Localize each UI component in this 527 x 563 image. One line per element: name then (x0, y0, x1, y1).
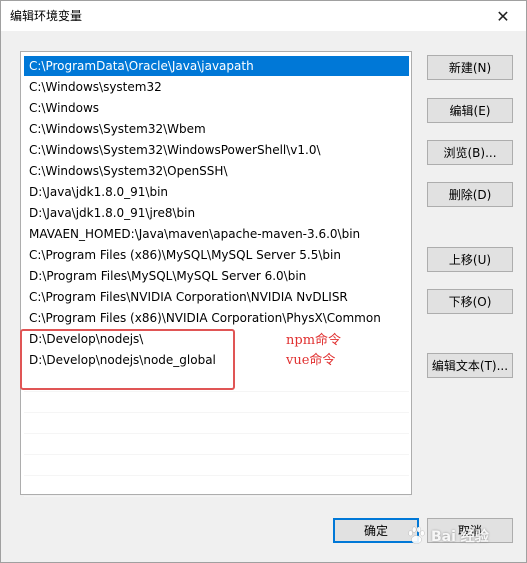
empty-list-row[interactable] (24, 434, 409, 455)
watermark: Bai 经验 (405, 518, 520, 554)
edit-button[interactable]: 编辑(E) (427, 98, 513, 123)
browse-button[interactable]: 浏览(B)... (427, 140, 513, 165)
close-icon: ✕ (496, 6, 510, 26)
annotation-highlight-box (20, 329, 235, 390)
delete-button[interactable]: 删除(D) (427, 182, 513, 207)
list-item[interactable]: C:\Windows\System32\OpenSSH\ (24, 161, 409, 181)
list-item[interactable]: MAVAEN_HOMED:\Java\maven\apache-maven-3.… (24, 224, 409, 244)
list-item[interactable]: C:\ProgramData\Oracle\Java\javapath (24, 56, 409, 76)
close-button[interactable]: ✕ (480, 1, 526, 31)
list-item[interactable]: C:\Windows\System32\WindowsPowerShell\v1… (24, 140, 409, 160)
empty-list-row[interactable] (24, 455, 409, 476)
list-item[interactable]: C:\Program Files (x86)\NVIDIA Corporatio… (24, 308, 409, 328)
path-list[interactable]: C:\ProgramData\Oracle\Java\javapath C:\Wi… (20, 51, 412, 497)
dialog-title: 编辑环境变量 (10, 9, 83, 23)
empty-list-row[interactable] (24, 476, 409, 497)
new-button[interactable]: 新建(N) (427, 55, 513, 80)
annotation-vue: vue命令 (286, 353, 336, 368)
list-item[interactable]: D:\Java\jdk1.8.0_91\jre8\bin (24, 203, 409, 223)
move-down-button[interactable]: 下移(O) (427, 289, 513, 314)
move-up-button[interactable]: 上移(U) (427, 247, 513, 272)
title-bar: 编辑环境变量 ✕ (1, 1, 526, 31)
list-item[interactable]: D:\Java\jdk1.8.0_91\bin (24, 182, 409, 202)
edit-env-variable-dialog: 编辑环境变量 ✕ C:\ProgramData\Oracle\Java\java… (0, 0, 527, 563)
list-item[interactable]: C:\Windows\system32 (24, 77, 409, 97)
list-item[interactable]: C:\Windows (24, 98, 409, 118)
list-item[interactable]: C:\Windows\System32\Wbem (24, 119, 409, 139)
watermark-text: Bai 经验 (431, 529, 489, 545)
list-item[interactable]: D:\Program Files\MySQL\MySQL Server 6.0\… (24, 266, 409, 286)
list-item[interactable]: C:\Program Files\NVIDIA Corporation\NVID… (24, 287, 409, 307)
edit-text-button[interactable]: 编辑文本(T)... (427, 353, 513, 378)
list-item[interactable]: C:\Program Files (x86)\MySQL\MySQL Serve… (24, 245, 409, 265)
empty-list-row[interactable] (24, 392, 409, 413)
annotation-npm: npm命令 (286, 333, 342, 348)
paw-logo-icon (408, 526, 425, 545)
empty-list-row[interactable] (24, 413, 409, 434)
